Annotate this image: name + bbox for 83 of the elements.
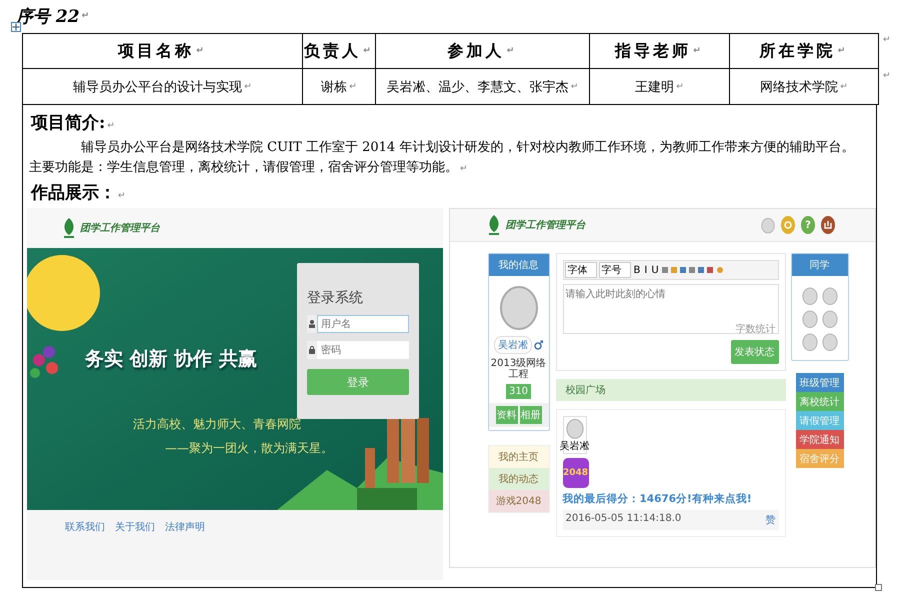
help-icon[interactable]: ? (801, 216, 815, 234)
table-cell-text: 辅导员办公平台的设计与实现 (73, 78, 242, 96)
paragraph-mark: ↵ (838, 46, 848, 56)
count-badge: 310 (506, 384, 532, 399)
paragraph-mark: ↵ (570, 82, 578, 92)
action-button[interactable]: 离校统计 (796, 392, 844, 411)
logo-text: 团学工作管理平台 (80, 222, 160, 235)
paragraph-mark: ↵ (349, 82, 357, 92)
login-button[interactable]: 登录 (307, 369, 409, 395)
avatar-icon (802, 286, 818, 305)
paragraph-mark: ↵ (883, 71, 891, 81)
card-title: 同学 (810, 259, 830, 272)
avatar-icon (802, 332, 818, 351)
menu-item[interactable]: 游戏2048 (488, 490, 548, 512)
password-field[interactable]: 密码 (317, 341, 409, 359)
paragraph-mark: ↵ (506, 46, 518, 56)
column-header: 指导老师 (615, 40, 692, 62)
format-button[interactable]: B (632, 264, 642, 276)
user-icon (309, 320, 315, 328)
post-time: 2016-05-05 11:14:18.0 (566, 513, 682, 526)
paragraph-mark: ↵ (883, 35, 891, 45)
avatar-icon (802, 309, 818, 328)
avatar-icon (822, 332, 838, 351)
toolbar-select[interactable]: 字体 (564, 262, 596, 278)
paragraph-mark: ↵ (693, 46, 704, 56)
action-button[interactable]: 学院通知 (796, 430, 844, 449)
footer-link[interactable]: 联系我们 (65, 520, 105, 534)
section-title: 项目简介: (31, 113, 106, 133)
footer-link[interactable]: 法律声明 (165, 520, 205, 534)
avatar-icon (822, 286, 838, 305)
power-icon[interactable] (821, 216, 835, 234)
slogan: 务实 创新 协作 共赢 (85, 347, 257, 372)
column-header: 负责人 (304, 40, 362, 62)
male-icon (534, 340, 543, 350)
menu-item[interactable]: 我的动态 (488, 468, 548, 490)
user-name[interactable]: 吴岩凇 (494, 336, 532, 354)
leaf-logo-icon (61, 217, 77, 239)
paragraph-mark: ↵ (82, 11, 90, 21)
action-button[interactable]: 请假管理 (796, 411, 844, 430)
menu-item[interactable]: 我的主页 (488, 446, 548, 468)
lock-icon (309, 346, 315, 354)
publish-button[interactable]: 发表状态 (730, 340, 778, 364)
profile-button[interactable]: 资料 (496, 406, 518, 424)
paragraph-mark: ↵ (363, 46, 374, 56)
username-field[interactable]: 用户名 (317, 315, 409, 333)
paragraph-mark: ↵ (118, 191, 126, 201)
motto: 活力高校、魅力师大、青春网院 (133, 416, 301, 433)
profile-button[interactable]: 相册 (520, 406, 542, 424)
serial-number: 序号 22 (16, 6, 80, 28)
table-cell-text: 网络技术学院 (760, 78, 838, 96)
format-button[interactable]: I (643, 264, 648, 276)
toolbar-select[interactable]: 字号 (598, 262, 630, 278)
feed-header: 校园广场 (556, 379, 786, 401)
table-cell-text: 王建明 (635, 78, 674, 96)
footer-link[interactable]: 关于我们 (115, 520, 155, 534)
resize-handle[interactable] (875, 584, 882, 591)
class-label: 2013级网络工程 (490, 358, 548, 380)
paragraph-mark: ↵ (196, 46, 207, 56)
paragraph-mark: ↵ (107, 121, 115, 131)
paragraph-mark: ↵ (244, 82, 252, 92)
avatar-icon (566, 417, 584, 439)
paragraph-mark: ↵ (676, 82, 684, 92)
avatar-icon (822, 309, 838, 328)
format-button[interactable]: U (650, 264, 660, 276)
section-title: 作品展示： (31, 183, 116, 203)
table-cell-text: 谢栋 (321, 78, 348, 96)
login-title: 登录系统 (307, 289, 364, 307)
game-app-icon[interactable]: 2048 (562, 458, 588, 488)
column-header: 参加人 (448, 40, 505, 62)
paragraph-mark: ↵ (840, 82, 848, 92)
post-text[interactable]: 我的最后得分：14676分!有种来点我! (562, 492, 778, 506)
column-header: 项目名称 (118, 40, 194, 62)
like-link[interactable]: 赞 (766, 513, 776, 527)
logo-text: 团学工作管理平台 (506, 218, 586, 232)
card-title: 我的信息 (498, 258, 538, 272)
column-header: 所在学院 (760, 40, 836, 62)
author-name: 吴岩凇 (560, 440, 590, 453)
motto: ——聚为一团火，散为满天星。 (165, 440, 333, 457)
avatar-icon (761, 216, 775, 234)
action-button[interactable]: 班级管理 (796, 373, 844, 392)
word-count: 字数统计 (736, 322, 776, 336)
table-cell-text: 吴岩凇、温少、李慧文、张宇杰 (386, 78, 569, 96)
intro-paragraph: 辅导员办公平台是网络技术学院 CUIT 工作室于 2014 年计划设计研发的，针对校内教师工作环境，为教师工作带来方便的辅助平台。主要功能是：学生信息管理，离校统计，请假管理，宿舍评分管理等功能。↵ (29, 139, 856, 177)
